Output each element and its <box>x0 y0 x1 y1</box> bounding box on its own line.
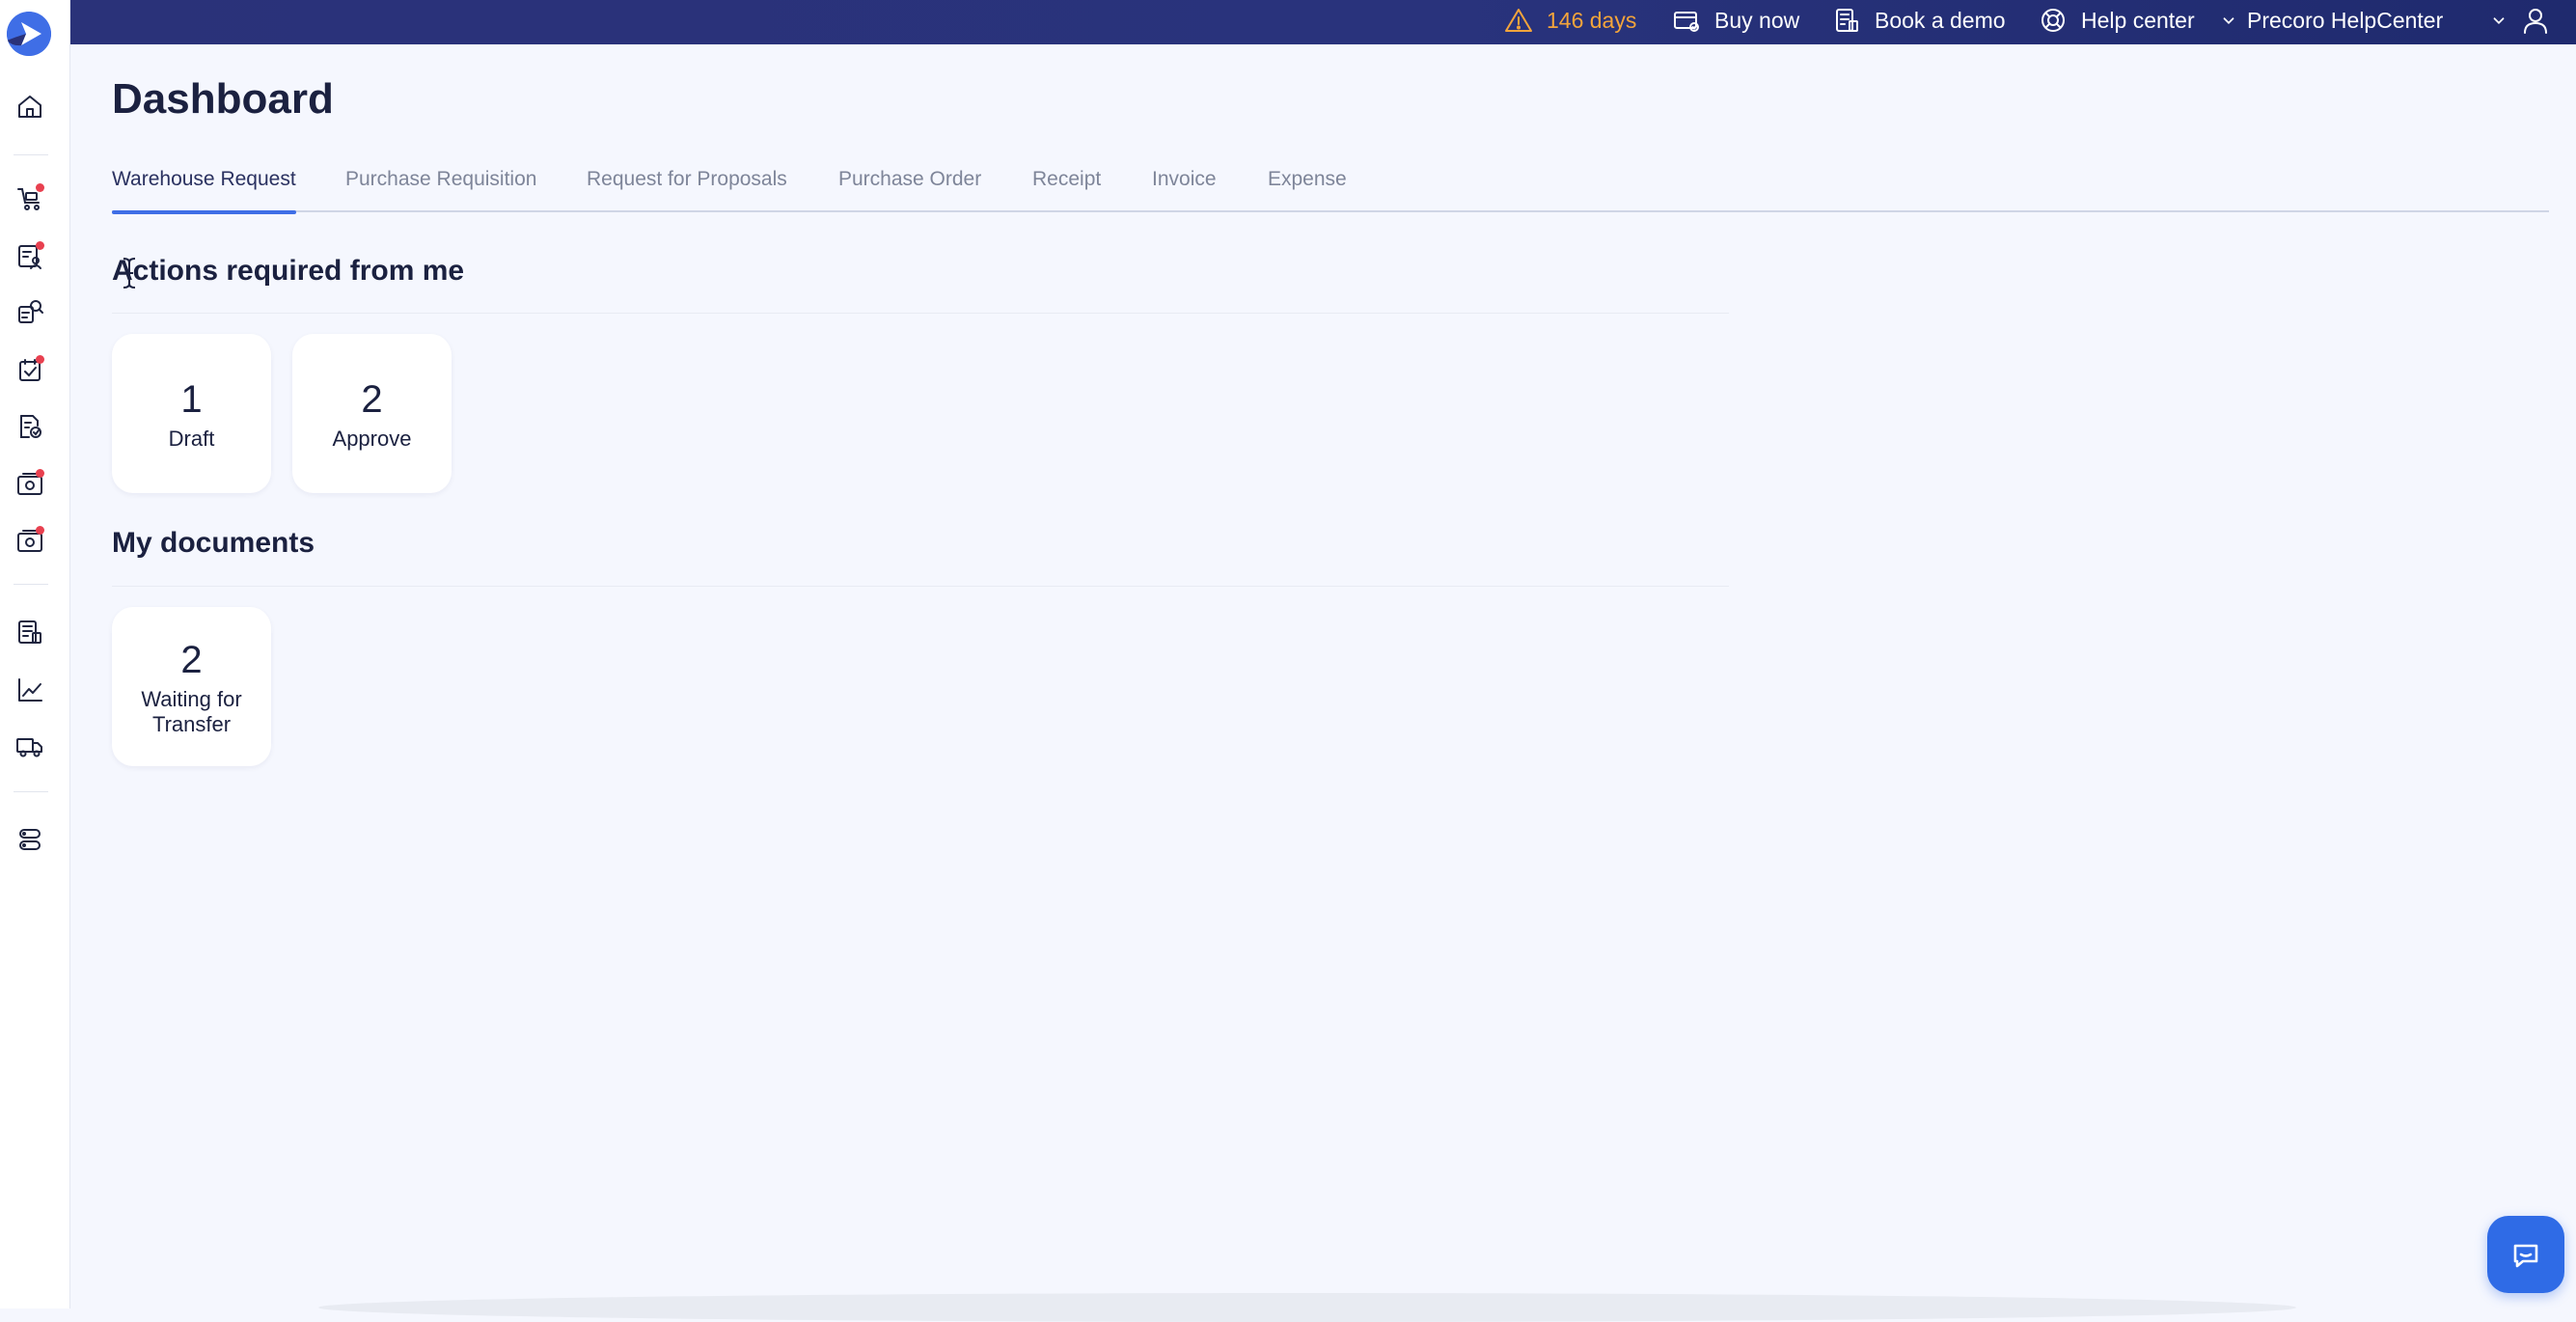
book-demo-label: Book a demo <box>1875 7 2006 33</box>
section-divider <box>112 586 1729 587</box>
card-count: 2 <box>361 377 383 421</box>
sidebar-divider <box>14 154 48 155</box>
card-label: Draft <box>168 426 215 451</box>
expense-icon[interactable] <box>15 526 44 555</box>
home-icon[interactable] <box>15 92 44 121</box>
page-title: Dashboard <box>112 75 334 123</box>
tab-expense[interactable]: Expense <box>1268 162 1347 212</box>
top-bar: 146 days Buy now Book a demo Help center… <box>70 0 2576 44</box>
tab-request-for-proposals[interactable]: Request for Proposals <box>587 162 787 212</box>
warehouse-request-icon[interactable] <box>15 183 44 212</box>
help-center-label: Help center <box>2081 7 2195 33</box>
card-label: Approve <box>332 426 412 451</box>
user-menu-button[interactable] <box>2490 0 2550 41</box>
notification-dot <box>36 183 44 192</box>
bottom-panel-edge <box>318 1293 2296 1322</box>
notification-dot <box>36 469 44 478</box>
notification-dot <box>36 526 44 535</box>
settings-icon[interactable] <box>15 825 44 854</box>
tab-invoice[interactable]: Invoice <box>1152 162 1217 212</box>
trial-days-text: 146 days <box>1547 7 1637 33</box>
budgets-icon[interactable] <box>15 618 44 647</box>
buy-now-button[interactable]: Buy now <box>1672 0 1799 41</box>
tab-receipt[interactable]: Receipt <box>1032 162 1101 212</box>
receipt-icon[interactable] <box>15 412 44 441</box>
book-demo-button[interactable]: Book a demo <box>1832 0 2006 41</box>
buy-now-label: Buy now <box>1714 7 1800 33</box>
notification-dot <box>36 241 44 250</box>
chevron-down-icon <box>2223 17 2234 24</box>
sidebar-divider <box>14 791 48 792</box>
request-for-proposals-icon[interactable] <box>15 297 44 326</box>
tab-purchase-order[interactable]: Purchase Order <box>838 162 981 212</box>
my-documents-section-title: My documents <box>112 527 315 559</box>
precoro-logo[interactable] <box>7 12 51 56</box>
company-name: Precoro HelpCenter <box>2247 7 2444 33</box>
chat-icon <box>2513 1244 2538 1268</box>
actions-section-title: Actions required from me <box>112 255 465 287</box>
card-count: 1 <box>180 377 203 421</box>
suppliers-icon[interactable] <box>15 731 44 760</box>
notification-dot <box>36 355 44 364</box>
invoice-icon[interactable] <box>15 469 44 498</box>
text-cursor-icon <box>123 258 136 289</box>
warning-icon <box>1505 9 1532 32</box>
lifebuoy-icon <box>2042 9 2065 32</box>
document-tabs: Warehouse Request Purchase Requisition R… <box>112 162 2549 214</box>
sidebar-divider <box>14 584 48 585</box>
company-switcher[interactable]: Precoro HelpCenter <box>2220 0 2443 41</box>
analytics-icon[interactable] <box>15 675 44 704</box>
purchase-requisition-icon[interactable] <box>15 241 44 270</box>
chat-support-button[interactable] <box>2487 1216 2564 1293</box>
section-divider <box>112 313 1729 314</box>
tab-warehouse-request[interactable]: Warehouse Request <box>112 162 296 214</box>
calendar-icon <box>1836 9 1858 32</box>
draft-card[interactable]: 1 Draft <box>112 334 271 493</box>
user-icon <box>2524 9 2547 34</box>
card-icon <box>1674 12 1699 32</box>
help-center-button[interactable]: Help center <box>2039 0 2195 41</box>
sidebar <box>0 0 70 1308</box>
waiting-for-transfer-card[interactable]: 2 Waiting for Transfer <box>112 607 271 766</box>
trial-days-indicator: 146 days <box>1504 0 1636 41</box>
card-label: Waiting for Transfer <box>141 686 242 736</box>
card-count: 2 <box>180 638 203 681</box>
tab-purchase-requisition[interactable]: Purchase Requisition <box>345 162 536 212</box>
chevron-down-icon <box>2493 17 2505 24</box>
approve-card[interactable]: 2 Approve <box>292 334 452 493</box>
purchase-order-icon[interactable] <box>15 355 44 384</box>
